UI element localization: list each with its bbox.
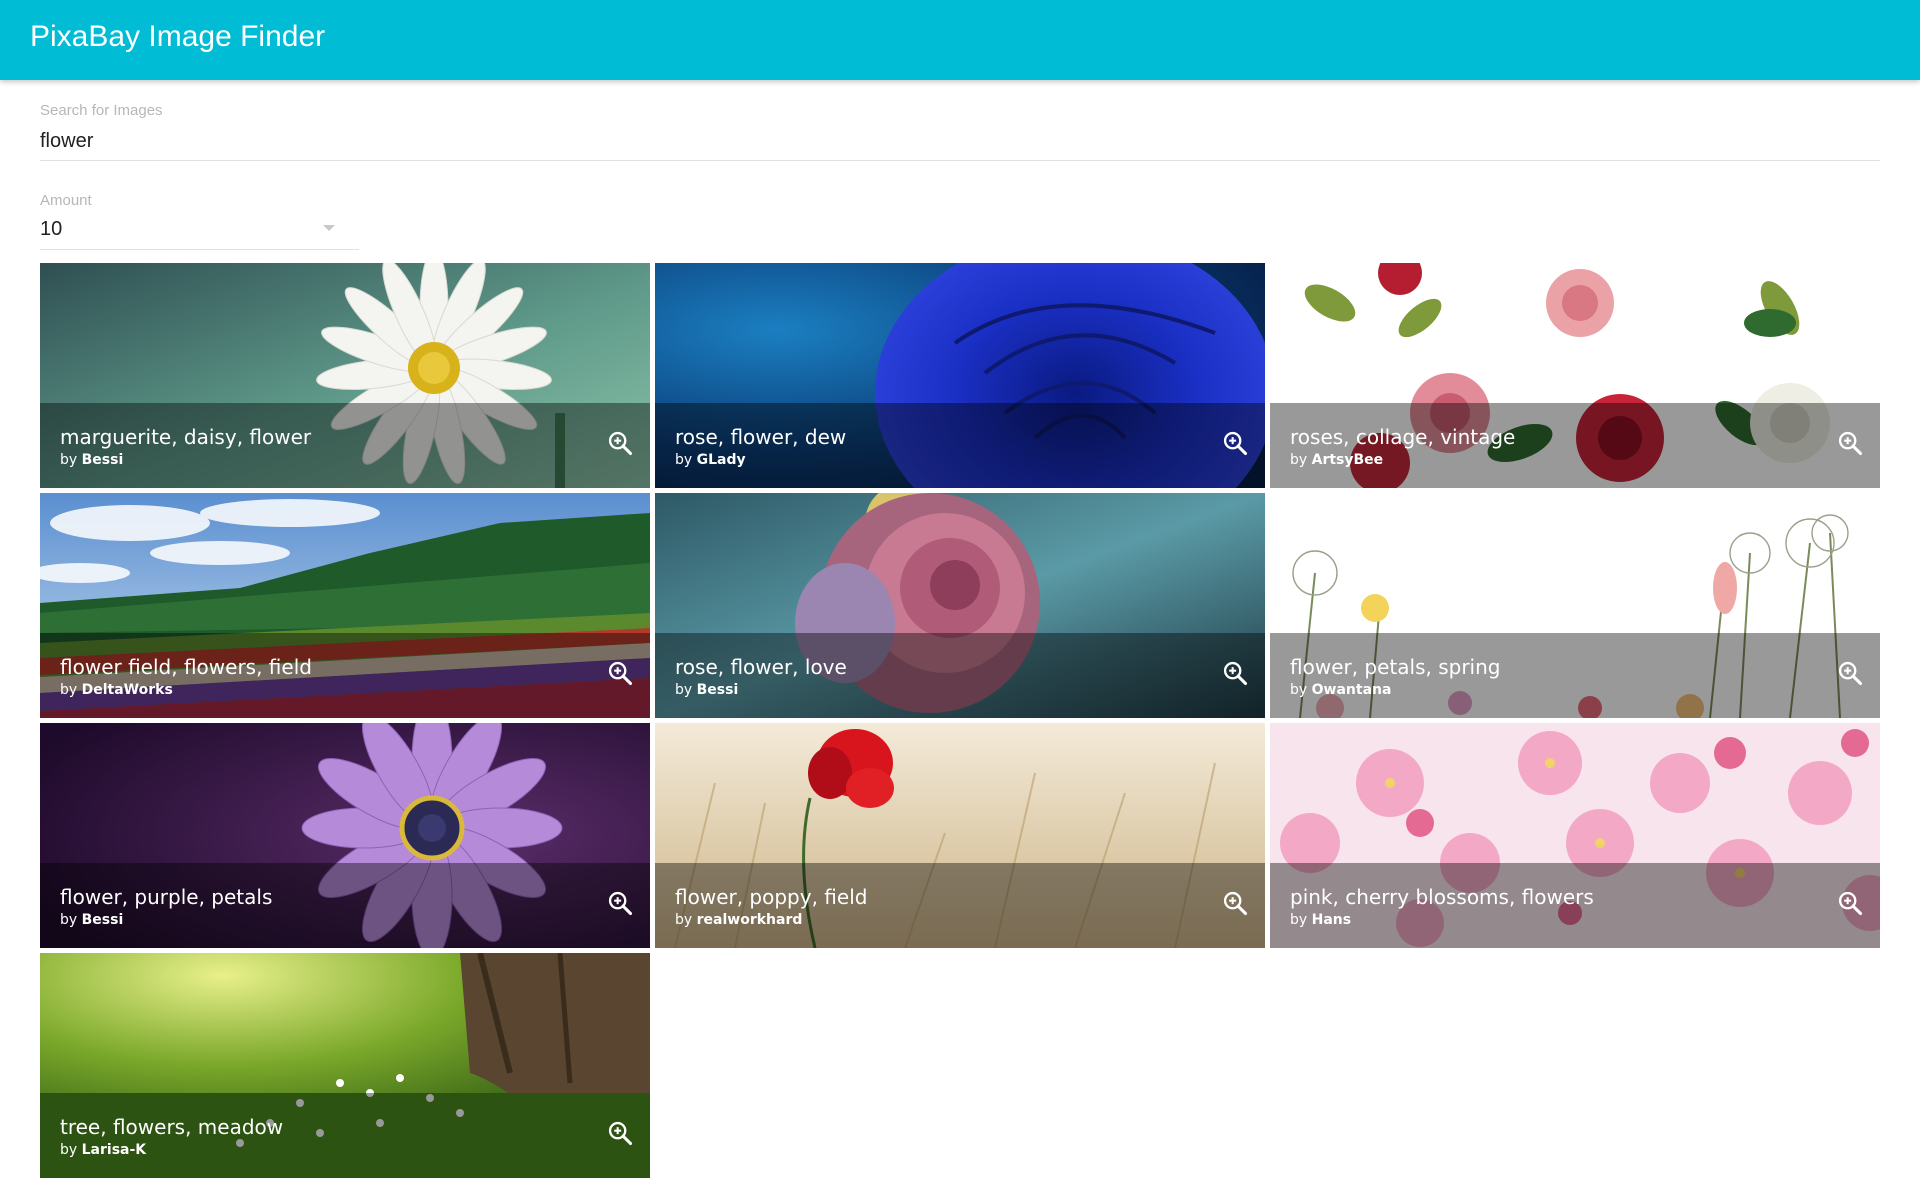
zoom-in-icon[interactable] (1221, 659, 1249, 687)
tile-tags: flower, purple, petals (60, 885, 273, 909)
tile-caption: flower, poppy, field by realworkhard (655, 863, 1265, 948)
zoom-in-icon[interactable] (1836, 889, 1864, 917)
dropdown-arrow-icon[interactable] (323, 225, 335, 231)
tile-author[interactable]: Larisa-K (82, 1142, 147, 1158)
tile-author[interactable]: realworkhard (697, 912, 803, 928)
zoom-in-icon[interactable] (1836, 659, 1864, 687)
image-tile[interactable]: rose, flower, love by Bessi (655, 493, 1265, 718)
zoom-in-icon[interactable] (1221, 429, 1249, 457)
amount-select[interactable]: Amount 10 (40, 192, 359, 250)
tile-tags: pink, cherry blossoms, flowers (1290, 885, 1594, 909)
search-field[interactable]: Search for Images (40, 102, 1880, 161)
tile-author[interactable]: Owantana (1312, 682, 1392, 698)
image-tile[interactable]: roses, collage, vintage by ArtsyBee (1270, 263, 1880, 488)
tile-byline: by realworkhard (675, 912, 803, 928)
zoom-in-icon[interactable] (606, 429, 634, 457)
tile-byline: by DeltaWorks (60, 682, 173, 698)
tile-author[interactable]: Bessi (82, 912, 124, 928)
image-tile[interactable]: flower, petals, spring by Owantana (1270, 493, 1880, 718)
tile-byline: by Bessi (60, 452, 124, 468)
tile-tags: tree, flowers, meadow (60, 1115, 284, 1139)
tile-byline: by GLady (675, 452, 746, 468)
tile-byline: by Larisa-K (60, 1142, 147, 1158)
tile-author[interactable]: Hans (1312, 912, 1351, 928)
tile-tags: rose, flower, love (675, 655, 847, 679)
image-tile[interactable]: flower field, flowers, field by DeltaWor… (40, 493, 650, 718)
tile-caption: rose, flower, dew by GLady (655, 403, 1265, 488)
tile-byline: by Owantana (1290, 682, 1392, 698)
image-tile[interactable]: marguerite, daisy, flower by Bessi (40, 263, 650, 488)
tile-tags: flower, petals, spring (1290, 655, 1501, 679)
tile-caption: flower, purple, petals by Bessi (40, 863, 650, 948)
image-tile[interactable]: pink, cherry blossoms, flowers by Hans (1270, 723, 1880, 948)
tile-tags: flower, poppy, field (675, 885, 868, 909)
tile-caption: pink, cherry blossoms, flowers by Hans (1270, 863, 1880, 948)
image-tile[interactable]: flower, purple, petals by Bessi (40, 723, 650, 948)
tile-caption: tree, flowers, meadow by Larisa-K (40, 1093, 650, 1178)
zoom-in-icon[interactable] (606, 1119, 634, 1147)
tile-byline: by ArtsyBee (1290, 452, 1384, 468)
tile-byline: by Hans (1290, 912, 1352, 928)
tile-author[interactable]: GLady (697, 452, 746, 468)
image-tile[interactable]: flower, poppy, field by realworkhard (655, 723, 1265, 948)
tile-tags: roses, collage, vintage (1290, 425, 1516, 449)
tile-byline: by Bessi (675, 682, 739, 698)
tile-author[interactable]: DeltaWorks (82, 682, 173, 698)
image-tile[interactable]: tree, flowers, meadow by Larisa-K (40, 953, 650, 1178)
tile-caption: rose, flower, love by Bessi (655, 633, 1265, 718)
image-grid: marguerite, daisy, flower by Bessi rose,… (40, 263, 1880, 1183)
amount-label: Amount (40, 192, 92, 209)
tile-byline: by Bessi (60, 912, 124, 928)
tile-author[interactable]: ArtsyBee (1312, 452, 1384, 468)
tile-caption: flower, petals, spring by Owantana (1270, 633, 1880, 718)
tile-tags: marguerite, daisy, flower (60, 425, 312, 449)
search-label: Search for Images (40, 102, 163, 119)
image-tile[interactable]: rose, flower, dew by GLady (655, 263, 1265, 488)
tile-caption: flower field, flowers, field by DeltaWor… (40, 633, 650, 718)
search-input[interactable] (40, 130, 1880, 153)
zoom-in-icon[interactable] (1221, 889, 1249, 917)
amount-value[interactable]: 10 (40, 218, 62, 241)
app-bar: PixaBay Image Finder (0, 0, 1920, 80)
zoom-in-icon[interactable] (606, 659, 634, 687)
tile-author[interactable]: Bessi (82, 452, 124, 468)
tile-tags: flower field, flowers, field (60, 655, 312, 679)
tile-tags: rose, flower, dew (675, 425, 847, 449)
tile-caption: marguerite, daisy, flower by Bessi (40, 403, 650, 488)
tile-author[interactable]: Bessi (697, 682, 739, 698)
tile-caption: roses, collage, vintage by ArtsyBee (1270, 403, 1880, 488)
zoom-in-icon[interactable] (1836, 429, 1864, 457)
app-title: PixaBay Image Finder (30, 20, 326, 53)
zoom-in-icon[interactable] (606, 889, 634, 917)
